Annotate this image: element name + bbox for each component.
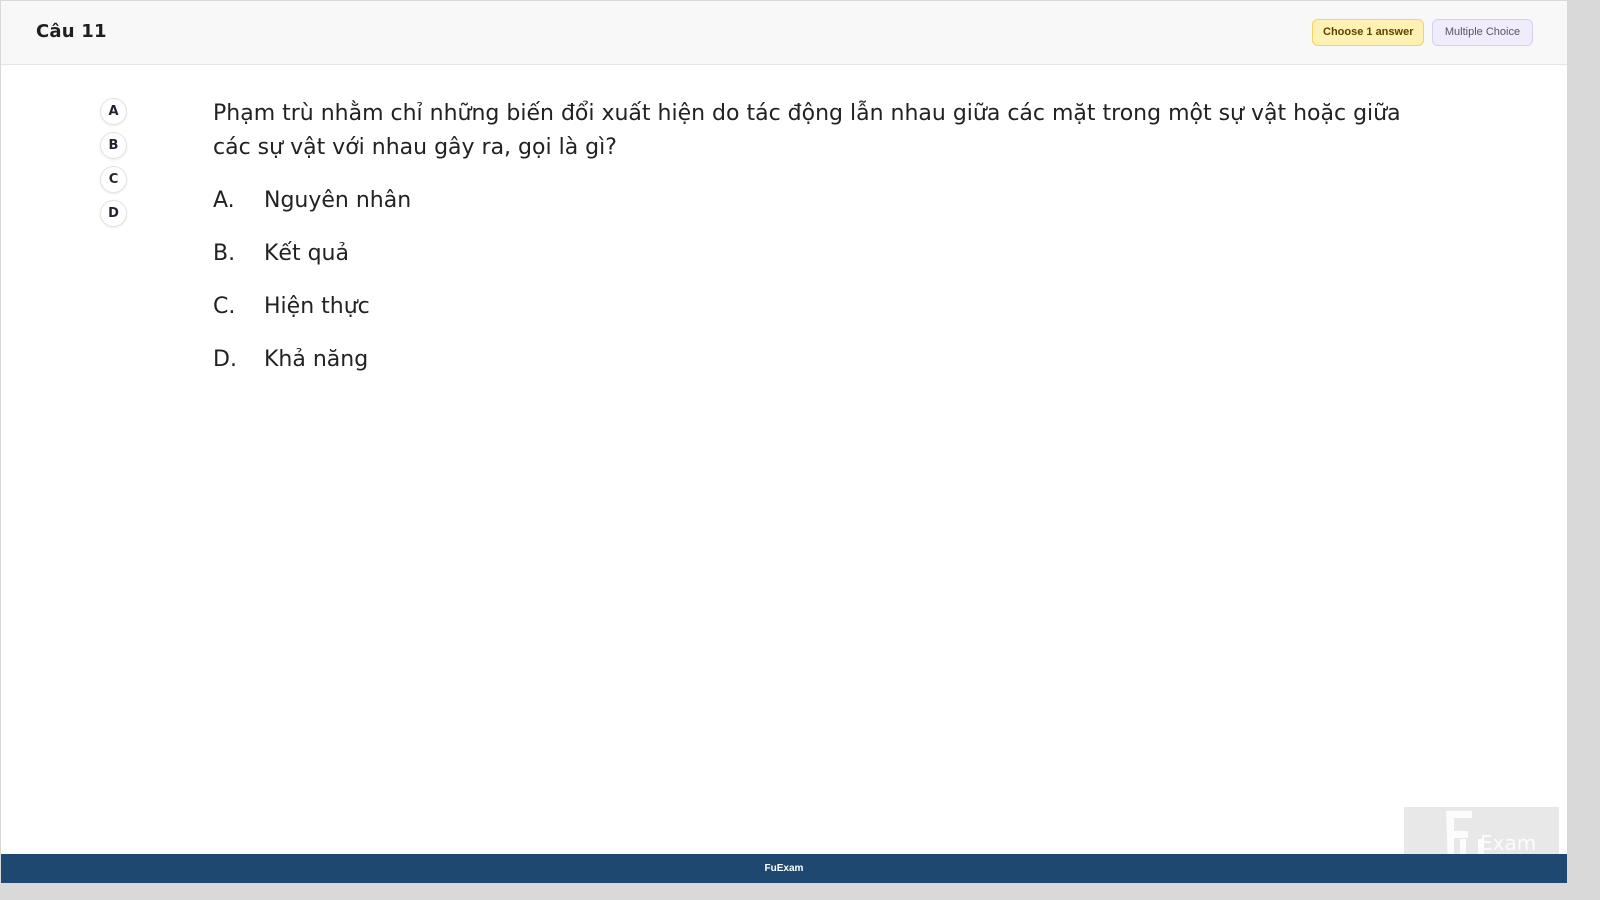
answer-letter: D.: [213, 347, 237, 372]
answer-option-a[interactable]: A. Nguyên nhân: [213, 184, 411, 237]
answer-text: Hiện thực: [264, 294, 370, 319]
answer-text: Khả năng: [264, 347, 369, 372]
svg-text:Exam: Exam: [1480, 831, 1536, 855]
option-bubble-a[interactable]: A: [100, 98, 127, 125]
question-type-badge: Multiple Choice: [1432, 19, 1533, 46]
option-bubble-c[interactable]: C: [100, 166, 127, 193]
answer-text: Kết quả: [264, 241, 349, 266]
option-bubble-d[interactable]: D: [100, 200, 127, 227]
answer-text: Nguyên nhân: [264, 188, 412, 213]
footer-brand: FuExam: [764, 863, 804, 874]
question-number: Câu 11: [36, 21, 107, 42]
option-quick-select: A B C D: [100, 98, 130, 234]
exam-window: Câu 11 Choose 1 answer Multiple Choice A…: [0, 0, 1568, 884]
answer-list: A. Nguyên nhân B. Kết quả C. Hiện thực D…: [213, 184, 411, 396]
question-header: Câu 11 Choose 1 answer Multiple Choice: [1, 1, 1567, 65]
choose-count-badge: Choose 1 answer: [1312, 19, 1424, 46]
answer-option-b[interactable]: B. Kết quả: [213, 237, 411, 290]
footer-bar: FuExam: [1, 854, 1567, 883]
answer-letter: A.: [213, 188, 235, 213]
answer-option-d[interactable]: D. Khả năng: [213, 343, 411, 396]
question-text: Phạm trù nhằm chỉ những biến đổi xuất hi…: [213, 101, 1401, 160]
answer-option-c[interactable]: C. Hiện thực: [213, 290, 411, 343]
answer-letter: C.: [213, 294, 236, 319]
answer-letter: B.: [213, 241, 236, 266]
option-bubble-b[interactable]: B: [100, 132, 127, 159]
